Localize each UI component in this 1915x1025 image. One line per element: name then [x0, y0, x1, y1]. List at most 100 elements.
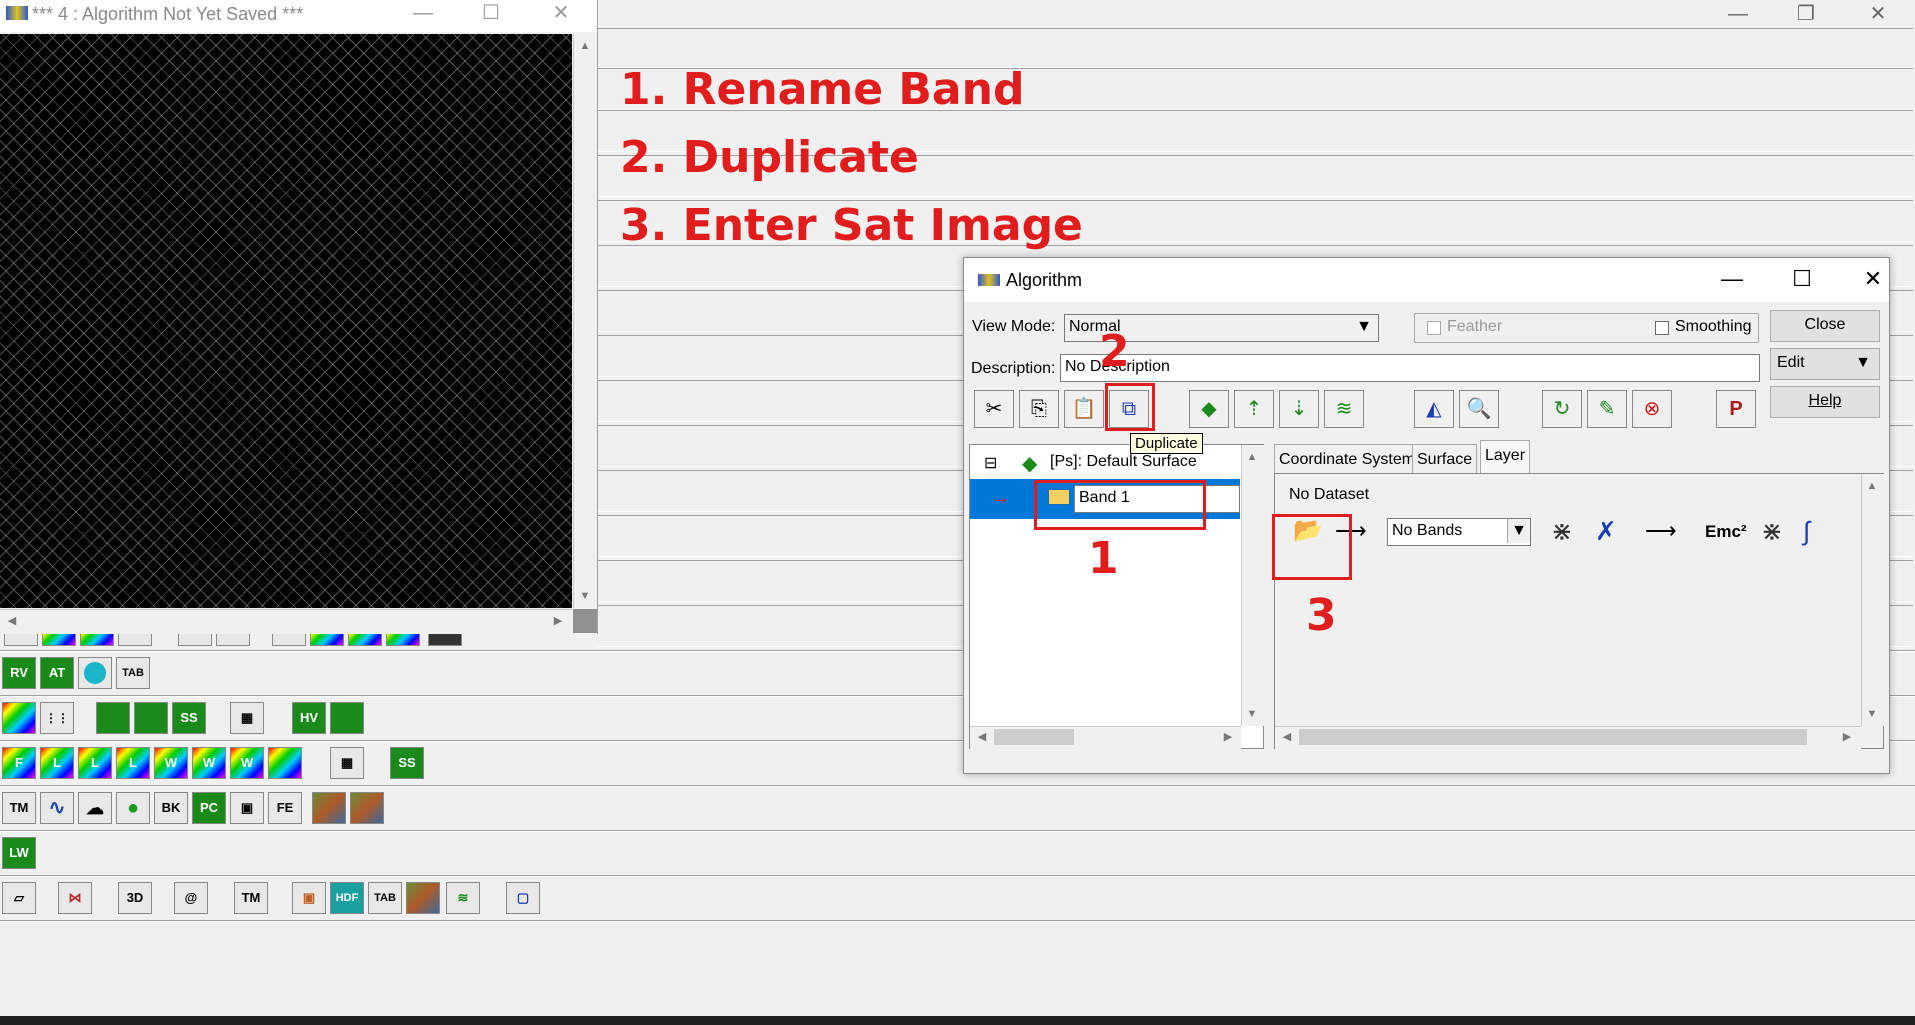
- filter-icon[interactable]: ⋇: [1551, 516, 1573, 546]
- tool-icon[interactable]: [2, 702, 36, 734]
- tool-icon[interactable]: [134, 702, 168, 734]
- bands-select[interactable]: No Bands ▼: [1387, 518, 1531, 546]
- panel-vertical-scrollbar[interactable]: ▲ ▼: [1861, 474, 1884, 726]
- scroll-right-icon[interactable]: ▶: [548, 611, 568, 631]
- close-button[interactable]: Close: [1770, 310, 1880, 342]
- waveform-icon[interactable]: ≋: [446, 882, 480, 914]
- filter-icon[interactable]: ⋇: [1761, 516, 1783, 546]
- scroll-left-icon[interactable]: ◀: [1277, 727, 1297, 747]
- tool-icon[interactable]: [268, 747, 302, 779]
- viewer-horizontal-scrollbar[interactable]: ◀ ▶: [0, 609, 572, 632]
- scroll-up-icon[interactable]: ▲: [1242, 447, 1262, 467]
- tool-icon-tm[interactable]: TM: [234, 882, 268, 914]
- tree-vertical-scrollbar[interactable]: ▲ ▼: [1241, 445, 1264, 726]
- tool-icon-l[interactable]: L: [40, 747, 74, 779]
- tool-icon[interactable]: [96, 702, 130, 734]
- tool-icon-ss[interactable]: SS: [390, 747, 424, 779]
- tool-icon-3d[interactable]: 3D: [118, 882, 152, 914]
- main-minimize-button[interactable]: —: [1718, 0, 1758, 28]
- tool-icon-l[interactable]: L: [116, 747, 150, 779]
- spiral-icon[interactable]: @: [174, 882, 208, 914]
- edit-menu-button[interactable]: Edit ▼: [1770, 348, 1880, 380]
- viewer-close-button[interactable]: ✕: [540, 0, 582, 26]
- scroll-left-icon[interactable]: ◀: [972, 727, 992, 747]
- refresh-icon[interactable]: ↻: [1542, 390, 1582, 428]
- main-close-button[interactable]: ✕: [1858, 0, 1898, 28]
- tree-icon[interactable]: ●: [116, 792, 150, 824]
- wave-icon[interactable]: ∿: [40, 792, 74, 824]
- copy-icon[interactable]: ⎘: [1019, 390, 1059, 428]
- tool-icon-lw[interactable]: LW: [2, 837, 36, 869]
- mesh-icon[interactable]: ▦: [330, 747, 364, 779]
- edit-formula-icon[interactable]: ✎: [1587, 390, 1627, 428]
- tool-icon-l[interactable]: L: [78, 747, 112, 779]
- tool-icon[interactable]: [406, 882, 440, 914]
- algorithm-minimize-button[interactable]: —: [1712, 264, 1752, 294]
- zoom-icon[interactable]: 🔍: [1459, 390, 1499, 428]
- surface-icon[interactable]: ◭: [1414, 390, 1454, 428]
- grid-icon[interactable]: ⋮⋮: [40, 702, 74, 734]
- image-canvas[interactable]: [0, 34, 572, 608]
- algorithm-maximize-button[interactable]: ☐: [1782, 264, 1822, 294]
- paste-icon[interactable]: 📋: [1064, 390, 1104, 428]
- tool-icon-w[interactable]: W: [154, 747, 188, 779]
- bowtie-icon[interactable]: ⋈: [58, 882, 92, 914]
- scroll-thumb[interactable]: [1299, 729, 1807, 745]
- layers-icon[interactable]: ≋: [1324, 390, 1364, 428]
- tool-icon-fe[interactable]: FE: [268, 792, 302, 824]
- tool-icon-tab[interactable]: TAB: [368, 882, 402, 914]
- cloud-icon[interactable]: ☁: [78, 792, 112, 824]
- mesh-icon[interactable]: ▦: [230, 702, 264, 734]
- help-button[interactable]: Help: [1770, 386, 1880, 418]
- stop-icon[interactable]: ⊗: [1632, 390, 1672, 428]
- tool-icon-hdf[interactable]: HDF: [330, 882, 364, 914]
- add-layer-icon[interactable]: ◆: [1189, 390, 1229, 428]
- hexagon-icon[interactable]: [78, 657, 112, 689]
- scroll-left-icon[interactable]: ◀: [2, 611, 22, 631]
- move-up-layer-icon[interactable]: ⇡: [1234, 390, 1274, 428]
- smoothing-checkbox[interactable]: [1655, 321, 1669, 335]
- image-icon[interactable]: ▣: [292, 882, 326, 914]
- collapse-icon[interactable]: ⊟: [984, 453, 997, 473]
- feather-checkbox[interactable]: [1427, 321, 1441, 335]
- tab-coordinate-system[interactable]: Coordinate System: [1274, 444, 1421, 474]
- tool-icon-f[interactable]: F: [2, 747, 36, 779]
- default-surface-label[interactable]: [Ps]: Default Surface: [1050, 453, 1197, 471]
- tool-icon[interactable]: [330, 702, 364, 734]
- viewer-maximize-button[interactable]: ☐: [470, 0, 512, 26]
- panel-horizontal-scrollbar[interactable]: ◀ ▶: [1275, 726, 1861, 749]
- curve-icon[interactable]: ∫: [1803, 516, 1810, 546]
- move-down-layer-icon[interactable]: ⇣: [1279, 390, 1319, 428]
- scroll-right-icon[interactable]: ▶: [1218, 727, 1238, 747]
- tool-icon-pc[interactable]: PC: [192, 792, 226, 824]
- algorithm-close-x-button[interactable]: ✕: [1853, 264, 1893, 294]
- tool-icon-at[interactable]: AT: [40, 657, 74, 689]
- formula-icon[interactable]: Emc²: [1705, 522, 1747, 542]
- viewer-vertical-scrollbar[interactable]: ▲ ▼: [573, 34, 596, 608]
- cut-icon[interactable]: ✂: [974, 390, 1014, 428]
- tab-surface[interactable]: Surface: [1412, 444, 1478, 474]
- print-icon[interactable]: P: [1716, 390, 1756, 428]
- tab-layer[interactable]: Layer: [1480, 440, 1531, 474]
- transform-icon[interactable]: ✗: [1595, 516, 1617, 546]
- tool-icon-hv[interactable]: HV: [292, 702, 326, 734]
- tool-icon-tab[interactable]: TAB: [116, 657, 150, 689]
- tool-icon-ss[interactable]: SS: [172, 702, 206, 734]
- scroll-down-icon[interactable]: ▼: [1862, 704, 1882, 724]
- tool-icon[interactable]: ▱: [2, 882, 36, 914]
- scroll-thumb[interactable]: [994, 729, 1074, 745]
- scroll-up-icon[interactable]: ▲: [575, 36, 595, 56]
- tool-icon[interactable]: ▣: [230, 792, 264, 824]
- tool-icon[interactable]: [312, 792, 346, 824]
- scroll-down-icon[interactable]: ▼: [1242, 704, 1262, 724]
- viewer-minimize-button[interactable]: —: [402, 0, 444, 26]
- main-restore-button[interactable]: ❐: [1786, 0, 1826, 28]
- frame-icon[interactable]: ▢: [506, 882, 540, 914]
- tool-icon-w[interactable]: W: [230, 747, 264, 779]
- scroll-right-icon[interactable]: ▶: [1837, 727, 1857, 747]
- scroll-down-icon[interactable]: ▼: [575, 586, 595, 606]
- tool-icon[interactable]: [350, 792, 384, 824]
- tree-horizontal-scrollbar[interactable]: ◀ ▶: [970, 726, 1241, 749]
- tool-icon-tm[interactable]: TM: [2, 792, 36, 824]
- tool-icon-rv[interactable]: RV: [2, 657, 36, 689]
